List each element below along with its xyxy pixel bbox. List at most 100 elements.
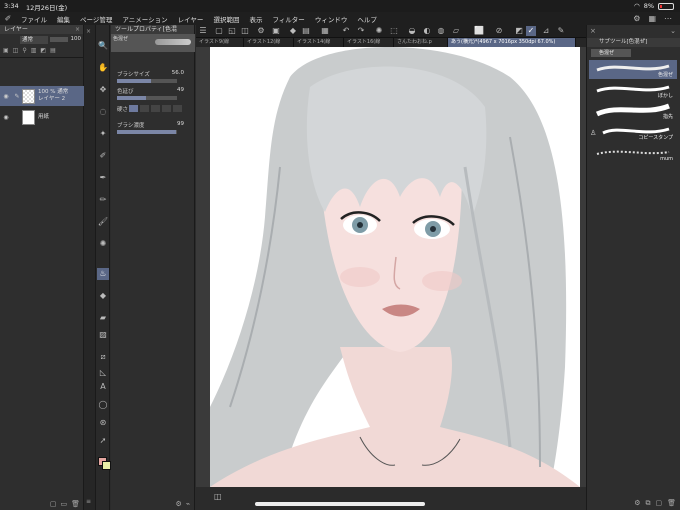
brush-icon[interactable]: 🖌	[97, 216, 109, 228]
fill-bucket-icon[interactable]: ◍	[436, 26, 446, 36]
pen-icon[interactable]: ✒	[97, 172, 109, 184]
menu-edit[interactable]: 編集	[52, 14, 75, 24]
visibility-eye-icon[interactable]: ◉	[0, 114, 12, 121]
close-icon[interactable]: ×	[86, 28, 91, 35]
mask-icon[interactable]: ▣	[271, 26, 281, 36]
gradient-icon[interactable]: ▨	[97, 329, 109, 341]
brush-size-slider[interactable]	[117, 79, 177, 83]
reference-icon[interactable]: ⚲	[22, 47, 26, 54]
density-slider[interactable]	[117, 130, 177, 134]
tab-document[interactable]: イラスト16(線	[344, 38, 394, 47]
menu-icon[interactable]: ≡	[86, 498, 91, 505]
tab-document[interactable]: イラスト14(線	[294, 38, 344, 47]
close-icon[interactable]: ×	[75, 25, 80, 34]
palette-icon[interactable]: ◩	[40, 47, 46, 54]
subtool-group-tab[interactable]: 色混ぜ	[591, 49, 631, 57]
menu-animation[interactable]: アニメーション	[117, 14, 172, 24]
menu-layer[interactable]: レイヤー	[173, 14, 209, 24]
grid-icon[interactable]: ▦	[648, 14, 656, 23]
delete-icon[interactable]: 🗑	[667, 499, 676, 508]
wrench-icon[interactable]: ⌁	[186, 500, 190, 508]
operation-icon[interactable]: ➚	[97, 435, 109, 447]
home-indicator[interactable]	[255, 502, 425, 506]
settings-icon[interactable]: ⚙	[633, 14, 640, 23]
save-icon[interactable]: ◫	[240, 26, 250, 36]
brush-item-mum[interactable]: mum	[589, 144, 677, 163]
menu-view[interactable]: 表示	[244, 14, 267, 24]
brush-item-finger[interactable]: 指先	[589, 102, 677, 121]
tab-document[interactable]: イラスト9(線	[196, 38, 244, 47]
tab-document[interactable]: イラスト12(線	[244, 38, 294, 47]
lasso-icon[interactable]: ◌	[97, 106, 109, 118]
brush-item-blur[interactable]: ぼかし	[589, 81, 677, 100]
new-layer-icon[interactable]: ▢	[50, 500, 57, 508]
mask-icon[interactable]: ▥	[31, 47, 37, 54]
redo-icon[interactable]: ↷	[356, 26, 366, 36]
snap-icon[interactable]: ✓	[526, 26, 536, 36]
gradation-icon[interactable]: ◐	[422, 26, 432, 36]
ruler-icon[interactable]: ◩	[514, 26, 524, 36]
menu-icon[interactable]: ☰	[198, 26, 208, 36]
settings-icon[interactable]: ⚙	[256, 26, 266, 36]
magic-wand-icon[interactable]: ✦	[97, 128, 109, 140]
crop-icon[interactable]: ⬚	[389, 26, 399, 36]
chevron-down-icon[interactable]: ⌄	[670, 27, 676, 35]
snap-line-icon[interactable]: ⊿	[541, 26, 551, 36]
pencil-icon[interactable]: ✏	[97, 194, 109, 206]
loading-icon[interactable]: ✺	[374, 26, 384, 36]
figure-icon[interactable]: ⧄	[97, 351, 109, 363]
menu-window[interactable]: ウィンドウ	[310, 14, 353, 24]
page-icon[interactable]: ◫	[214, 492, 222, 501]
blend-tool-icon[interactable]: ♨	[97, 268, 109, 280]
more-icon[interactable]: ⋯	[664, 14, 672, 23]
tab-document[interactable]: さんたわおね.p	[394, 38, 448, 47]
artwork-canvas[interactable]	[210, 47, 580, 487]
menu-help[interactable]: ヘルプ	[352, 14, 382, 24]
transform-icon[interactable]: ▦	[320, 26, 330, 36]
new-subtool-icon[interactable]: ▢	[655, 499, 662, 508]
layer-lock-icon[interactable]: ▣	[3, 47, 9, 54]
move-icon[interactable]: ✥	[97, 84, 109, 96]
blend-slider[interactable]	[117, 96, 177, 100]
undo-icon[interactable]: ↶	[341, 26, 351, 36]
blend-mode-select[interactable]: 通常	[20, 36, 48, 44]
zoom-icon[interactable]: 🔍	[97, 40, 109, 52]
layer-row-paper[interactable]: ◉ 用紙	[0, 107, 84, 127]
frame-icon[interactable]: ◺	[97, 367, 109, 379]
layer-row-layer-2[interactable]: ◉ ✎ 100 % 通常 レイヤー 2	[0, 86, 84, 106]
fill-icon[interactable]: ◆	[97, 290, 109, 302]
layer-menu-icon[interactable]: ▤	[50, 47, 56, 54]
app-logo-icon[interactable]: ✐	[0, 14, 16, 23]
eraser-icon[interactable]: ▰	[97, 312, 109, 324]
new-folder-icon[interactable]: ▭	[60, 500, 67, 508]
tab-active-document[interactable]: あう(横元)*(4967 x 7016px 350dpi 67.0%)	[448, 38, 576, 47]
menu-selection[interactable]: 選択範囲	[208, 14, 244, 24]
open-icon[interactable]: ◱	[227, 26, 237, 36]
hand-icon[interactable]: ✋	[97, 62, 109, 74]
eyedropper-icon[interactable]: ✐	[97, 150, 109, 162]
delete-icon[interactable]: 🗑	[71, 500, 80, 508]
hardness-selector[interactable]	[129, 105, 182, 112]
selection-icon[interactable]: ▤	[301, 26, 311, 36]
brush-item-blend[interactable]: 色混ぜ	[589, 60, 677, 79]
pen-pressure-icon[interactable]: ✎	[556, 26, 566, 36]
clear-icon[interactable]: ⊘	[494, 26, 504, 36]
airbrush-icon[interactable]: ✺	[97, 238, 109, 250]
visibility-eye-icon[interactable]: ◉	[0, 93, 12, 100]
close-icon[interactable]: ×	[590, 27, 596, 35]
new-icon[interactable]: ▢	[214, 26, 224, 36]
fill-icon[interactable]: ◆	[288, 26, 298, 36]
text-icon[interactable]: A	[97, 381, 109, 393]
opacity-slider[interactable]	[50, 37, 68, 42]
settings-icon[interactable]: ⚙	[634, 499, 640, 508]
eye-icon[interactable]: ◒	[407, 26, 417, 36]
menu-page[interactable]: ページ管理	[75, 14, 117, 24]
balloon-icon[interactable]: ◯	[97, 399, 109, 411]
blank-icon[interactable]: ⬜	[474, 26, 484, 36]
menu-filter[interactable]: フィルター	[267, 14, 309, 24]
brush-item-copy-stamp[interactable]: ♙ コピースタンプ	[589, 123, 677, 142]
duplicate-icon[interactable]: ⧉	[645, 499, 650, 508]
layer-icon[interactable]: ▱	[451, 26, 461, 36]
clip-icon[interactable]: ◫	[13, 47, 19, 54]
settings-icon[interactable]: ⚙	[176, 500, 182, 508]
